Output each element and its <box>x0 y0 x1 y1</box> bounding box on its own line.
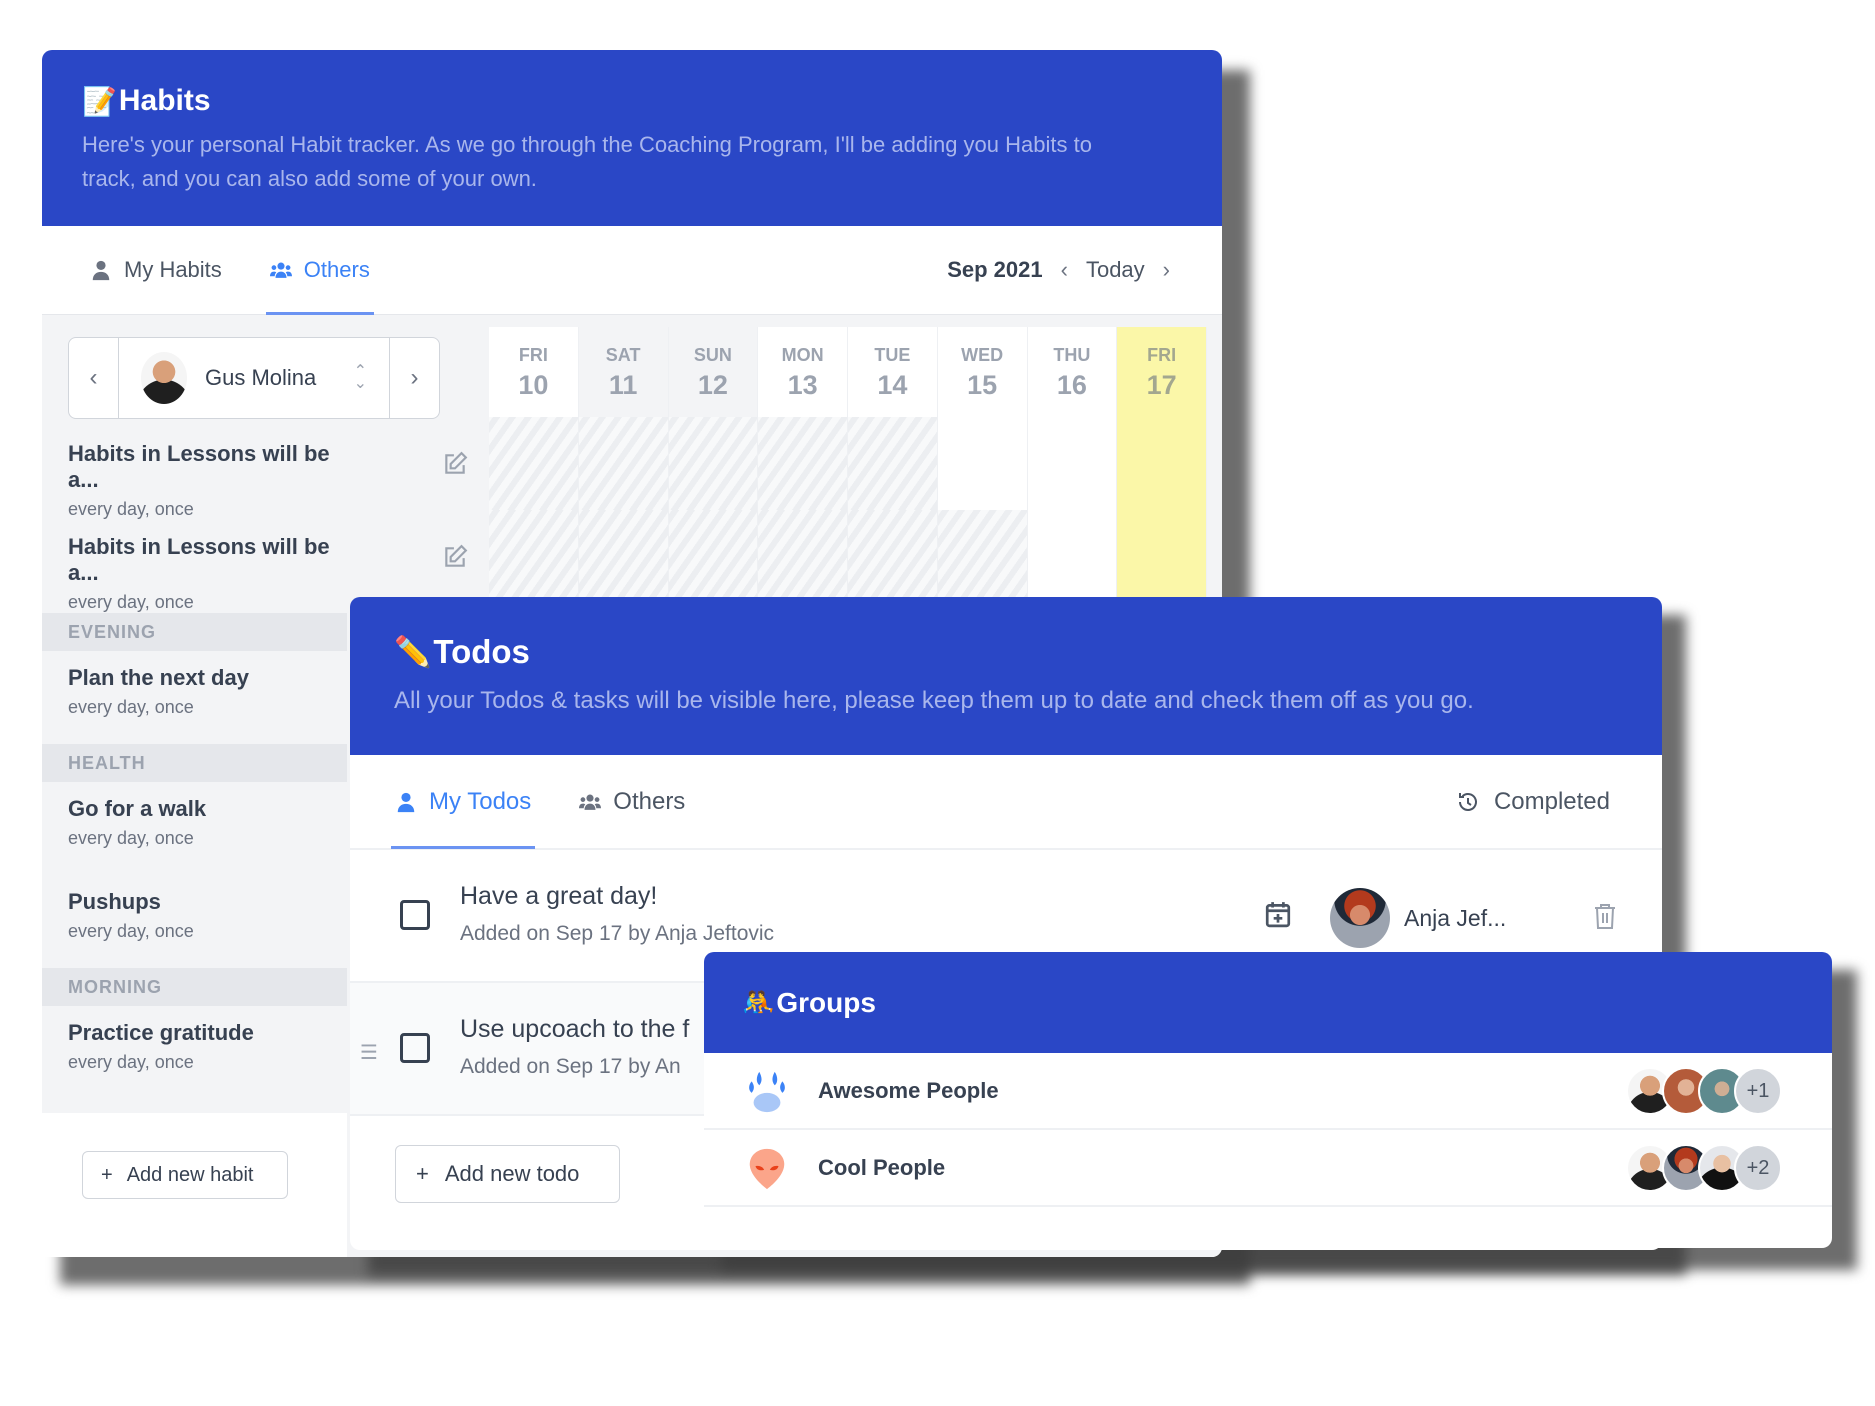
habit-cell[interactable] <box>848 510 937 603</box>
habit-item[interactable]: Habits in Lessons will be a... every day… <box>42 427 468 520</box>
next-user-button[interactable]: › <box>389 338 439 418</box>
habits-footer: + Add new habit <box>42 1113 347 1257</box>
current-month: Sep 2021 <box>947 257 1043 282</box>
habit-list: Habits in Lessons will be a... every day… <box>42 427 468 1099</box>
tab-others[interactable]: Others <box>265 226 374 315</box>
group-members: +2 <box>1626 1144 1782 1192</box>
habit-cell[interactable] <box>578 417 668 510</box>
habits-header: 📝 Habits Here's your personal Habit trac… <box>42 50 1222 226</box>
next-week-button[interactable]: › <box>1163 257 1170 283</box>
history-icon <box>1458 792 1477 811</box>
more-members-badge: +1 <box>1734 1067 1782 1115</box>
user-dropdown[interactable]: Gus Molina ⌃ ⌄ <box>119 338 389 418</box>
trash-icon[interactable] <box>1593 902 1617 930</box>
more-members-badge: +2 <box>1734 1144 1782 1192</box>
edit-icon[interactable] <box>442 451 468 477</box>
add-todo-button[interactable]: + Add new todo <box>395 1145 620 1203</box>
chevron-updown-icon: ⌃ ⌄ <box>353 363 367 392</box>
habit-cell[interactable] <box>489 417 578 510</box>
memo-icon: 📝 <box>82 85 117 117</box>
habit-cell[interactable] <box>758 417 847 510</box>
habit-item[interactable]: Habits in Lessons will be a... every day… <box>42 520 468 613</box>
plus-icon: + <box>101 1163 113 1186</box>
plus-icon: + <box>416 1161 429 1186</box>
calendar-add-icon[interactable] <box>1265 900 1291 928</box>
avatar <box>1330 888 1390 948</box>
todo-title[interactable]: Have a great day! <box>460 882 657 911</box>
habits-tabs: My Habits Others Sep 2021 ‹ Today › <box>42 226 1222 315</box>
section-header: HEALTH <box>42 744 347 782</box>
todos-tabs: My Todos Others Completed <box>350 755 1662 850</box>
avatar <box>141 352 187 404</box>
user-icon <box>397 792 415 812</box>
todo-assignee[interactable]: Anja Jef... <box>1330 888 1506 948</box>
prev-user-button[interactable]: ‹ <box>69 338 119 418</box>
groups-card: 🤼 Groups Awesome People +1 Cool People +… <box>704 952 1832 1248</box>
todo-checkbox[interactable] <box>400 1033 430 1063</box>
todos-title: Todos <box>433 633 530 670</box>
group-name: Awesome People <box>818 1077 999 1103</box>
group-name: Cool People <box>818 1154 946 1180</box>
group-row[interactable]: Cool People +2 <box>704 1130 1832 1207</box>
pencil-icon: ✏️ <box>394 635 432 669</box>
completed-button[interactable]: Completed <box>1456 755 1610 848</box>
people-wrestling-icon: 🤼 <box>742 987 775 1017</box>
habit-cell[interactable] <box>578 510 668 603</box>
habit-cell[interactable] <box>758 510 847 603</box>
habit-cell[interactable] <box>668 510 758 603</box>
users-icon <box>579 794 602 810</box>
todos-subtitle: All your Todos & tasks will be visible h… <box>394 687 1474 714</box>
todo-title[interactable]: Use upcoach to the f <box>460 1015 689 1044</box>
todo-checkbox[interactable] <box>400 900 430 930</box>
habit-item[interactable]: Practice gratitude every day, once <box>42 1006 347 1099</box>
habit-cell[interactable] <box>937 510 1027 603</box>
habit-cell[interactable] <box>848 417 937 510</box>
groups-title: Groups <box>776 986 876 1018</box>
user-selector: ‹ Gus Molina ⌃ ⌄ › <box>68 337 440 419</box>
todo-meta: Added on Sep 17 by Anja Jeftovic <box>460 922 775 945</box>
month-navigation: Sep 2021 ‹ Today › <box>947 226 1170 314</box>
habit-item[interactable]: Pushups every day, once <box>42 875 347 968</box>
edit-icon[interactable] <box>442 544 468 570</box>
users-icon <box>269 262 292 278</box>
add-habit-button[interactable]: + Add new habit <box>82 1151 288 1199</box>
alien-icon <box>749 1148 785 1189</box>
tab-my-habits[interactable]: My Habits <box>90 226 222 314</box>
habit-cell[interactable] <box>489 510 578 603</box>
habit-cell[interactable] <box>668 417 758 510</box>
groups-header: 🤼 Groups <box>704 952 1832 1053</box>
section-header: EVENING <box>42 613 347 651</box>
group-members: +1 <box>1626 1067 1782 1115</box>
habits-title: Habits <box>118 84 211 117</box>
section-header: MORNING <box>42 968 347 1006</box>
habit-item[interactable]: Go for a walk every day, once <box>42 782 347 875</box>
habit-item[interactable]: Plan the next day every day, once <box>42 651 347 744</box>
todo-meta: Added on Sep 17 by An <box>460 1055 681 1078</box>
todos-header: ✏️ Todos All your Todos & tasks will be … <box>350 597 1662 755</box>
tab-others[interactable]: Others <box>579 755 685 848</box>
paw-icon <box>749 1071 785 1112</box>
selected-user-name: Gus Molina <box>205 365 317 390</box>
drag-handle-icon[interactable]: ☰ <box>360 1040 382 1065</box>
prev-week-button[interactable]: ‹ <box>1061 257 1068 283</box>
tab-my-todos[interactable]: My Todos <box>390 755 536 849</box>
user-icon <box>92 260 110 281</box>
group-row[interactable]: Awesome People +1 <box>704 1053 1832 1130</box>
today-button[interactable]: Today <box>1086 257 1145 283</box>
habits-subtitle: Here's your personal Habit tracker. As w… <box>82 132 1092 191</box>
